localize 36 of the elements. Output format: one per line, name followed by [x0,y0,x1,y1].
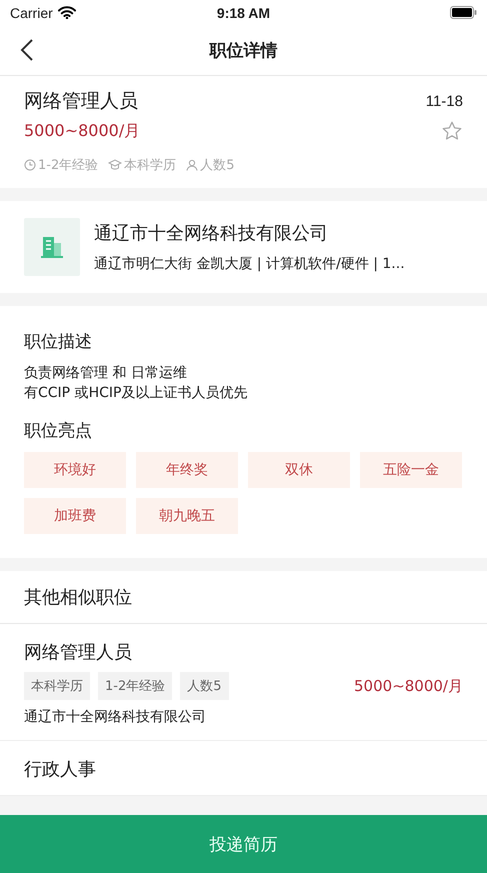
company-info: 通辽市明仁大街 金凯大厦 | 计算机软件/硬件 | 1... [94,255,405,273]
highlight-tag: 年终奖 [136,452,238,488]
highlight-tag: 加班费 [24,498,126,534]
requirement-tag: 人数5 [180,672,229,700]
job-requirement: 1-2年经验 [38,157,98,174]
description-line: 负责网络管理 和 日常运维 [24,364,188,383]
favorite-star-icon[interactable] [441,120,463,142]
salary: 5000~8000/月 [24,120,140,142]
page-title: 职位详情 [210,40,278,62]
highlight-tag: 双休 [248,452,350,488]
battery-icon [450,6,477,19]
post-date: 11-18 [426,92,463,110]
job-requirement: 本科学历 [124,157,176,174]
graduation-cap-icon [108,159,122,171]
requirement-tag: 本科学历 [24,672,90,700]
company-name: 通辽市十全网络科技有限公司 [24,708,207,726]
description-line: 有CCIP 或HCIP及以上证书人员优先 [24,384,248,403]
requirement-tag: 1-2年经验 [98,672,172,700]
status-time: 9:18 AM [216,4,270,20]
salary: 5000~8000/月 [354,676,463,696]
job-title: 网络管理人员 [24,89,138,114]
company-logo-icon [24,218,80,276]
carrier-label: Carrier [10,4,53,20]
job-title[interactable]: 行政人事 [24,757,463,781]
person-icon [186,159,198,171]
highlight-tag: 朝九晚五 [136,498,238,534]
job-title[interactable]: 网络管理人员 [24,640,463,664]
company-name: 通辽市十全网络科技有限公司 [94,222,329,245]
highlight-tag: 环境好 [24,452,126,488]
job-requirement: 人数5 [200,157,235,174]
highlight-tag: 五险一金 [360,452,462,488]
section-heading: 职位亮点 [24,420,93,442]
section-heading: 职位描述 [24,331,93,353]
clock-icon [24,159,36,171]
wifi-icon [58,6,76,19]
section-heading: 其他相似职位 [0,571,487,624]
